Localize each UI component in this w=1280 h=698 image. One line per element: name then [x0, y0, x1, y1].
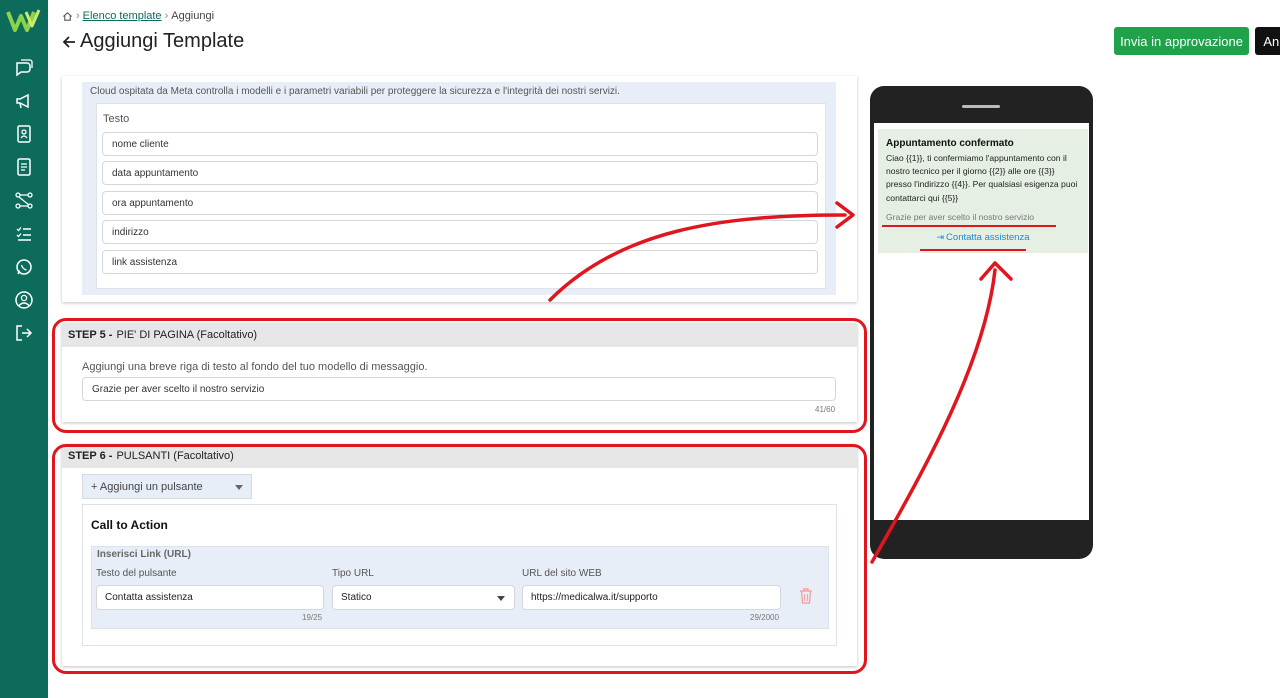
step6-highlight	[52, 444, 867, 674]
body-section-card: Cloud ospitata da Meta controlla i model…	[62, 76, 857, 302]
breadcrumb-separator: ›	[164, 10, 169, 22]
preview-body: Ciao {{1}}, ti confermiamo l'appuntament…	[886, 153, 1078, 203]
checklist-icon[interactable]	[12, 222, 36, 246]
header: › Elenco template › Aggiungi Aggiungi Te…	[48, 0, 1280, 76]
breadcrumb-current: Aggiungi	[171, 10, 215, 22]
testo-label: Testo	[103, 113, 130, 125]
document-icon[interactable]	[12, 155, 36, 179]
cancel-button[interactable]: Annulla	[1255, 27, 1280, 55]
meta-note: Cloud ospitata da Meta controlla i model…	[90, 86, 620, 97]
variable-input[interactable]: indirizzo	[102, 220, 818, 244]
logout-icon[interactable]	[12, 321, 36, 345]
body-variables-panel: Cloud ospitata da Meta controlla i model…	[82, 82, 836, 295]
contacts-icon[interactable]	[12, 122, 36, 146]
send-for-approval-button[interactable]: Invia in approvazione	[1114, 27, 1249, 55]
flow-icon[interactable]	[12, 188, 36, 212]
variable-input[interactable]: ora appuntamento	[102, 191, 818, 215]
external-link-icon: ⇥	[936, 232, 945, 242]
step5-highlight	[52, 318, 867, 433]
breadcrumb-separator: ›	[76, 10, 80, 22]
phone-screen: Appuntamento confermato Ciao {{1}}, ti c…	[874, 123, 1089, 520]
arrow-left-icon[interactable]	[62, 35, 76, 49]
sidebar	[0, 0, 48, 698]
megaphone-icon[interactable]	[12, 89, 36, 113]
preview-cta-label: Contatta assistenza	[946, 232, 1030, 243]
preview-cta-button[interactable]: ⇥ Contatta assistenza	[878, 232, 1088, 243]
variables-box: Testo nome cliente data appuntamento ora…	[96, 103, 826, 289]
home-icon[interactable]	[62, 11, 73, 22]
breadcrumb: › Elenco template › Aggiungi	[62, 10, 214, 22]
preview-title: Appuntamento confermato	[886, 138, 1014, 149]
variable-input[interactable]: nome cliente	[102, 132, 818, 156]
message-bubble: Appuntamento confermato Ciao {{1}}, ti c…	[878, 129, 1088, 253]
variable-input[interactable]: link assistenza	[102, 250, 818, 274]
breadcrumb-parent-link[interactable]: Elenco template	[83, 10, 162, 22]
variable-input[interactable]: data appuntamento	[102, 161, 818, 185]
logo-icon[interactable]	[6, 8, 42, 34]
app: › Elenco template › Aggiungi Aggiungi Te…	[0, 0, 1280, 698]
cta-underline	[920, 249, 1026, 251]
whatsapp-icon[interactable]	[12, 255, 36, 279]
phone-preview: Appuntamento confermato Ciao {{1}}, ti c…	[870, 86, 1093, 559]
preview-footer: Grazie per aver scelto il nostro servizi…	[886, 212, 1035, 222]
footer-underline	[882, 225, 1056, 227]
page-title: Aggiungi Template	[62, 30, 244, 53]
chat-icon[interactable]	[12, 56, 36, 80]
user-icon[interactable]	[12, 288, 36, 312]
page-title-text: Aggiungi Template	[80, 30, 245, 52]
phone-speaker	[962, 105, 1000, 108]
